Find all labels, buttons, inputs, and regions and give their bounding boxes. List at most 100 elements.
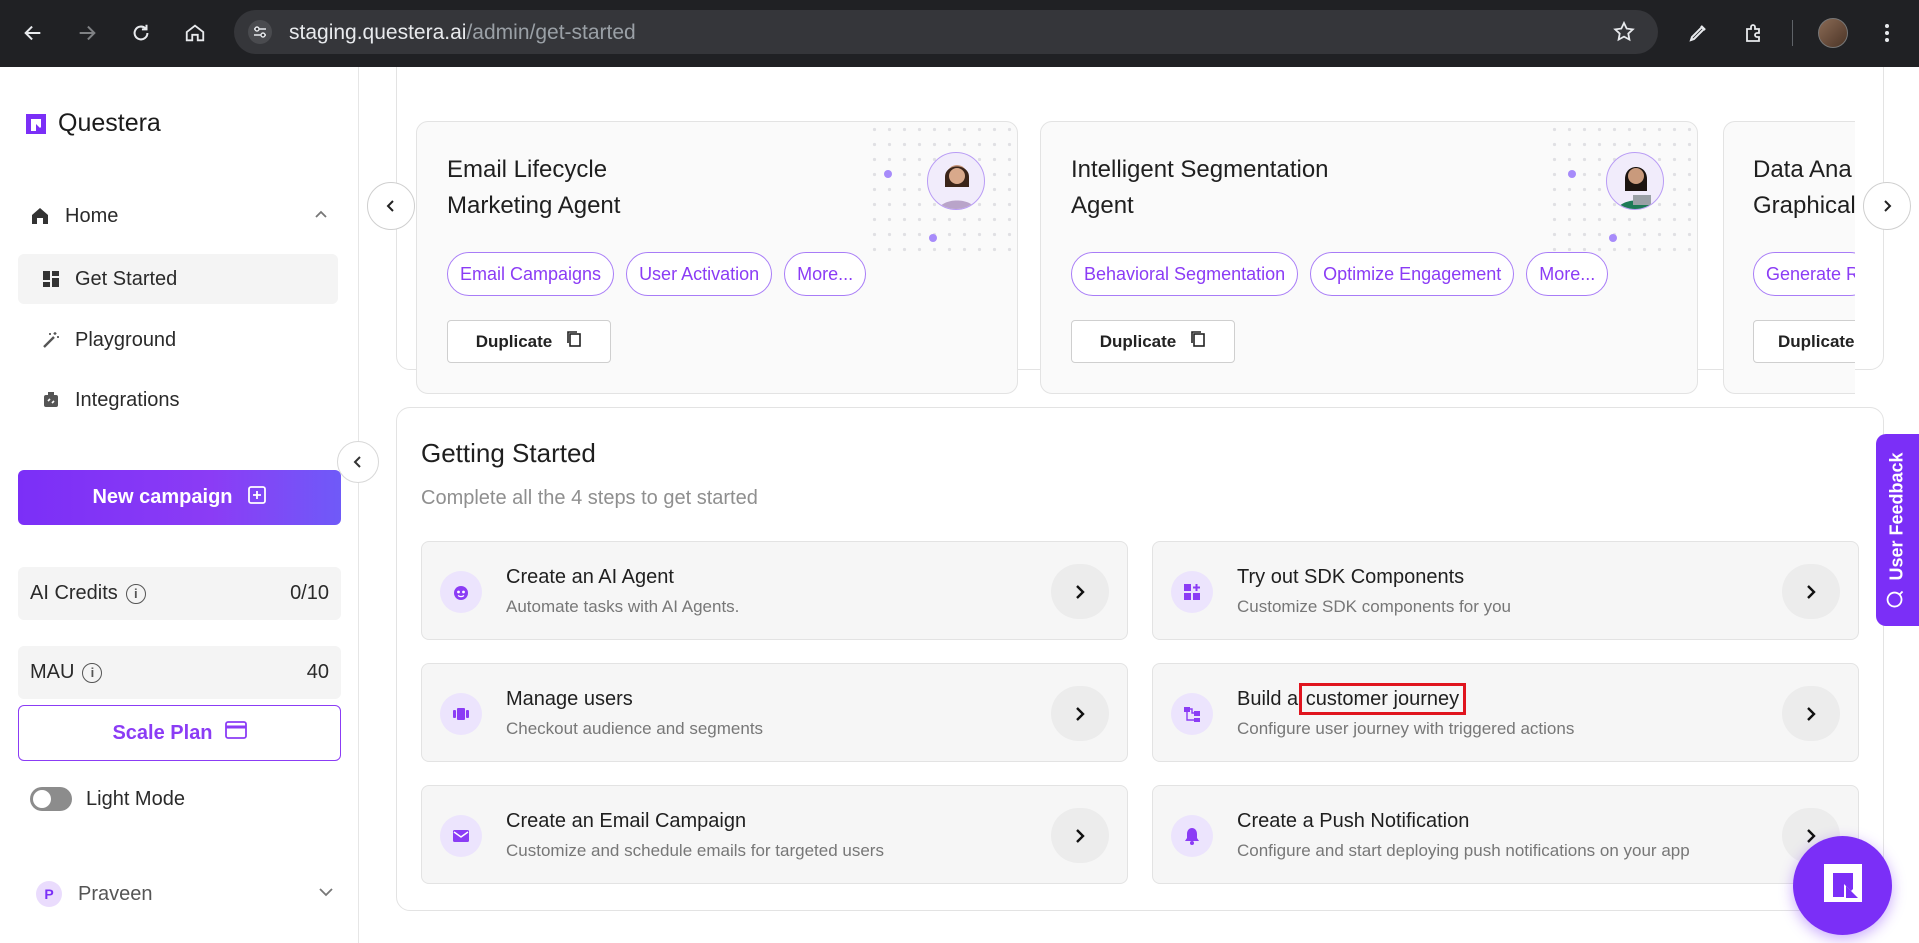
decor-dot xyxy=(1609,234,1617,242)
agent-card-title: Intelligent Segmentation Agent xyxy=(1071,152,1391,224)
agent-tags: Email Campaigns User Activation More... xyxy=(447,252,867,296)
widgets-icon xyxy=(1171,571,1213,613)
address-bar[interactable]: staging.questera.ai/admin/get-started xyxy=(234,10,1658,54)
sidebar-item-playground[interactable]: Playground xyxy=(18,315,338,365)
chevron-right-icon[interactable] xyxy=(1051,564,1109,619)
ai-credits-label: AI Credits xyxy=(30,582,118,604)
url-text: staging.questera.ai/admin/get-started xyxy=(289,21,636,45)
agent-tags: Generate R xyxy=(1753,252,1855,296)
bot-face-icon xyxy=(440,571,482,613)
home-browser-icon[interactable] xyxy=(178,16,212,50)
step-create-ai-agent[interactable]: Create an AI Agent Automate tasks with A… xyxy=(421,541,1128,640)
step-title-prefix: Build a xyxy=(1237,688,1304,710)
decor-dot xyxy=(1568,170,1576,178)
agent-title-line: Marketing Agent xyxy=(447,192,621,219)
brand-logo[interactable]: Questera xyxy=(24,109,161,138)
magic-wand-icon xyxy=(42,331,60,354)
more-tags-chip[interactable]: More... xyxy=(784,252,867,296)
step-push-notification[interactable]: Create a Push Notification Configure and… xyxy=(1152,785,1859,884)
agent-card[interactable]: Intelligent Segmentation Agent Behaviora… xyxy=(1040,121,1698,394)
tag-chip[interactable]: Generate R xyxy=(1753,252,1855,296)
questera-logo-icon xyxy=(24,112,48,136)
info-icon[interactable]: i xyxy=(82,662,103,683)
agent-card[interactable]: Data Ana Graphical Generate R Duplicate xyxy=(1723,121,1855,394)
tag-chip[interactable]: Behavioral Segmentation xyxy=(1071,252,1299,296)
step-title: Manage users xyxy=(506,688,633,710)
url-path: /admin/get-started xyxy=(466,21,636,44)
duplicate-button[interactable]: Duplicate xyxy=(1753,320,1855,363)
chevron-right-icon[interactable] xyxy=(1782,564,1840,619)
user-feedback-tab[interactable]: User Feedback xyxy=(1876,434,1919,626)
extensions-puzzle-icon[interactable] xyxy=(1737,16,1771,50)
users-icon xyxy=(440,693,482,735)
bell-icon xyxy=(1171,815,1213,857)
step-title: Create an AI Agent xyxy=(506,566,674,588)
add-box-icon xyxy=(247,485,267,511)
chat-assistant-button[interactable] xyxy=(1793,836,1892,935)
theme-toggle[interactable] xyxy=(30,787,72,811)
step-sdk-components[interactable]: Try out SDK Components Customize SDK com… xyxy=(1152,541,1859,640)
carousel-next-button[interactable] xyxy=(1863,182,1911,230)
chevron-right-icon[interactable] xyxy=(1051,808,1109,863)
user-menu[interactable]: P Praveen xyxy=(36,874,336,914)
pen-extension-icon[interactable] xyxy=(1681,16,1715,50)
tag-chip[interactable]: Email Campaigns xyxy=(447,252,615,296)
url-host: staging.questera.ai xyxy=(289,21,467,44)
tag-chip[interactable]: User Activation xyxy=(626,252,773,296)
theme-label: Light Mode xyxy=(86,787,185,810)
duplicate-button[interactable]: Duplicate xyxy=(1071,320,1235,363)
step-title: Build a customer journey xyxy=(1237,683,1467,715)
agent-avatar xyxy=(1606,152,1664,210)
agent-card-title: Email Lifecycle Marketing Agent xyxy=(447,152,767,224)
questera-logo-icon xyxy=(1820,860,1866,911)
agent-title-line: Email Lifecycle xyxy=(447,156,608,183)
step-email-campaign[interactable]: Create an Email Campaign Customize and s… xyxy=(421,785,1128,884)
chevron-right-icon[interactable] xyxy=(1782,686,1840,741)
sidebar: Questera Home Get Started Playground Int… xyxy=(0,67,359,943)
decor-dot xyxy=(884,170,892,178)
agent-title-line: Intelligent Segmentation xyxy=(1071,156,1329,183)
credit-card-icon xyxy=(224,721,247,745)
ai-credits-value: 0/10 xyxy=(290,582,329,604)
sidebar-collapse-button[interactable] xyxy=(337,441,379,483)
user-name: Praveen xyxy=(78,882,153,905)
step-title: Try out SDK Components xyxy=(1237,566,1465,588)
more-tags-chip[interactable]: More... xyxy=(1526,252,1609,296)
sidebar-item-label: Get Started xyxy=(75,267,178,290)
chevron-down-icon[interactable] xyxy=(316,882,336,907)
getting-started-panel: Getting Started Complete all the 4 steps… xyxy=(396,407,1884,911)
step-customer-journey[interactable]: Build a customer journey Configure user … xyxy=(1152,663,1859,762)
scale-plan-button[interactable]: Scale Plan xyxy=(18,705,341,761)
tag-chip[interactable]: Optimize Engagement xyxy=(1310,252,1515,296)
chat-bubble-icon xyxy=(1886,590,1909,608)
toolbar-divider xyxy=(1792,20,1793,46)
browser-menu-icon[interactable] xyxy=(1870,16,1904,50)
back-icon[interactable] xyxy=(16,16,50,50)
forward-icon[interactable] xyxy=(70,16,104,50)
agent-card-title: Data Ana Graphical xyxy=(1753,152,1855,224)
chevron-right-icon[interactable] xyxy=(1051,686,1109,741)
integration-icon xyxy=(42,391,60,414)
bookmark-star-icon[interactable] xyxy=(1612,20,1636,49)
step-description: Configure user journey with triggered ac… xyxy=(1237,719,1575,738)
sidebar-item-home[interactable]: Home xyxy=(18,194,338,238)
sidebar-item-integrations[interactable]: Integrations xyxy=(18,375,338,425)
info-icon[interactable]: i xyxy=(125,583,146,604)
site-settings-icon[interactable] xyxy=(248,20,272,44)
carousel-prev-button[interactable] xyxy=(367,182,415,230)
duplicate-button[interactable]: Duplicate xyxy=(447,320,611,363)
agent-tags: Behavioral Segmentation Optimize Engagem… xyxy=(1071,252,1609,296)
chevron-up-icon[interactable] xyxy=(312,206,330,229)
scale-plan-label: Scale Plan xyxy=(112,721,213,744)
main-content: Email Lifecycle Marketing Agent Email Ca… xyxy=(360,67,1919,943)
reload-icon[interactable] xyxy=(124,16,158,50)
agent-card[interactable]: Email Lifecycle Marketing Agent Email Ca… xyxy=(416,121,1018,394)
section-subtitle: Complete all the 4 steps to get started xyxy=(421,487,758,509)
sidebar-item-get-started[interactable]: Get Started xyxy=(18,254,338,304)
agent-avatar xyxy=(927,152,985,210)
step-description: Customize and schedule emails for target… xyxy=(506,841,884,860)
browser-profile-avatar[interactable] xyxy=(1818,18,1848,48)
new-campaign-button[interactable]: New campaign xyxy=(18,470,341,525)
new-campaign-label: New campaign xyxy=(92,486,233,508)
step-manage-users[interactable]: Manage users Checkout audience and segme… xyxy=(421,663,1128,762)
